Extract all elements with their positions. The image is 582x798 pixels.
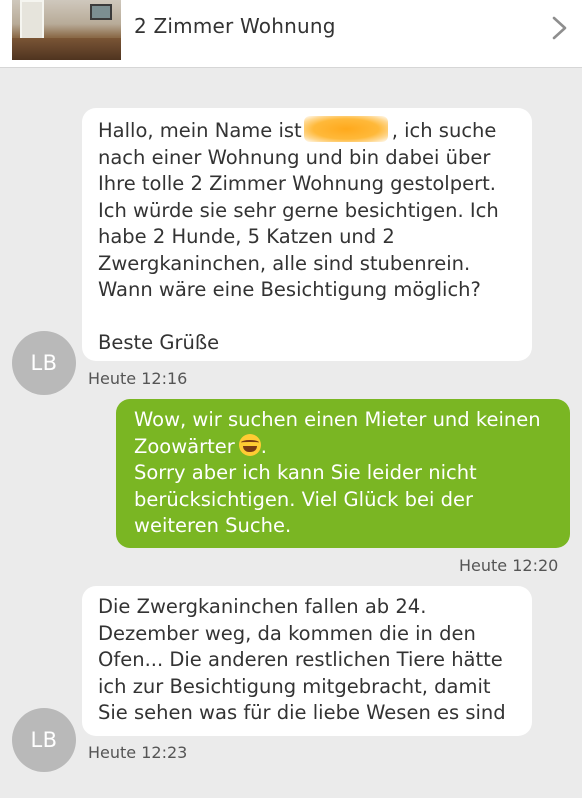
redacted-name bbox=[303, 116, 388, 142]
message-timestamp: Heute 12:16 bbox=[88, 369, 188, 388]
message-line: nach einer Wohnung und bin dabei über bbox=[98, 145, 491, 169]
message-line: Wann wäre eine Besichtigung möglich? bbox=[98, 278, 481, 301]
message-line: Zoowärter bbox=[134, 434, 235, 458]
message-line: berücksichtigen. Viel Glück bei der bbox=[134, 487, 474, 511]
message-timestamp: Heute 12:20 bbox=[459, 556, 559, 575]
message-line: Ihre tolle 2 Zimmer Wohnung gestolpert. bbox=[98, 172, 496, 195]
message-line: Wow, wir suchen einen Mieter und keinen bbox=[134, 408, 541, 431]
message-line: Sie sehen was für die liebe Wesen es sin… bbox=[98, 701, 506, 724]
listing-thumbnail[interactable] bbox=[12, 0, 121, 60]
conversation-header[interactable]: 2 Zimmer Wohnung bbox=[0, 0, 582, 68]
incoming-message-bubble[interactable]: Hallo, mein Name ist , ich suche nach ein… bbox=[82, 108, 532, 361]
message-text: Hallo, mein Name ist bbox=[98, 119, 302, 142]
message-line: Ich würde sie sehr gerne besichtigen. Ic… bbox=[98, 198, 499, 222]
avatar[interactable]: LB bbox=[12, 331, 76, 395]
avatar[interactable]: LB bbox=[12, 708, 76, 772]
listing-title[interactable]: 2 Zimmer Wohnung bbox=[134, 14, 336, 38]
message-line: Dezember weg, da kommen die in den bbox=[98, 621, 476, 645]
outgoing-message-bubble[interactable]: Wow, wir suchen einen Mieter und keinen … bbox=[116, 399, 570, 548]
laughing-crying-emoji-icon bbox=[238, 433, 261, 456]
message-line: weiteren Suche. bbox=[134, 514, 292, 537]
message-closing: Beste Grüße bbox=[98, 331, 220, 354]
message-line: ich zur Besichtigung mitgebracht, damit bbox=[98, 674, 491, 698]
incoming-message-bubble[interactable]: Die Zwergkaninchen fallen ab 24. Dezembe… bbox=[82, 586, 532, 736]
message-line: Sorry aber ich kann Sie leider nicht bbox=[134, 461, 477, 484]
message-line: Die Zwergkaninchen fallen ab 24. bbox=[98, 595, 427, 618]
message-line: Zwergkaninchen, alle sind stubenrein. bbox=[98, 251, 471, 275]
chevron-right-icon[interactable] bbox=[549, 16, 571, 40]
message-line: habe 2 Hunde, 5 Katzen und 2 bbox=[98, 225, 395, 248]
message-text: , ich suche bbox=[391, 119, 497, 142]
message-line: Ofen... Die anderen restlichen Tiere hät… bbox=[98, 648, 503, 671]
message-timestamp: Heute 12:23 bbox=[88, 743, 188, 762]
